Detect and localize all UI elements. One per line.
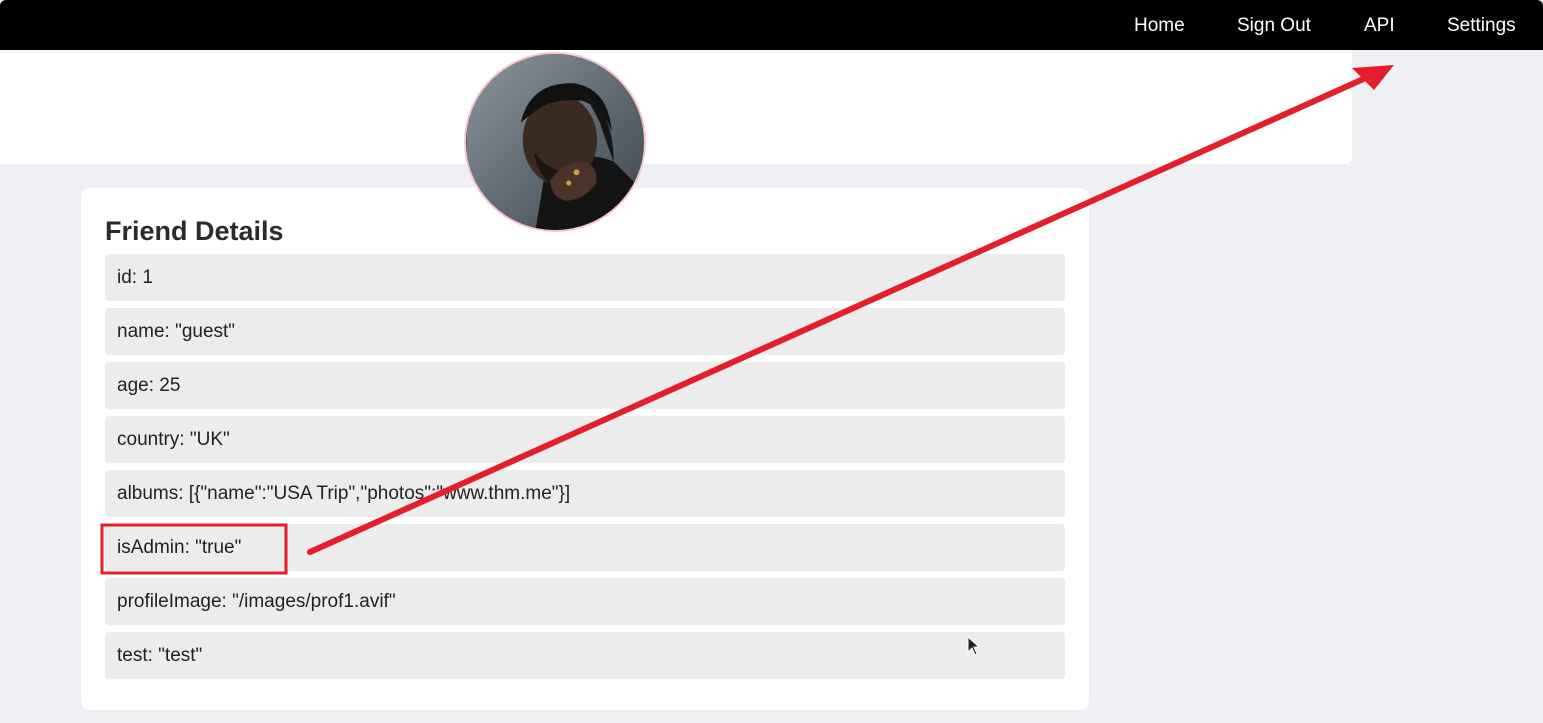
detail-row-is-admin: isAdmin: "true"	[105, 524, 1065, 571]
nav-sign-out-link[interactable]: Sign Out	[1237, 14, 1311, 38]
friend-details-card: Friend Details id: 1 name: "guest" age: …	[81, 188, 1089, 710]
detail-row-age: age: 25	[105, 362, 1065, 409]
top-navigation-bar: Home Sign Out API Settings	[0, 0, 1543, 50]
detail-row-id: id: 1	[105, 254, 1065, 301]
detail-row-profile-image: profileImage: "/images/prof1.avif"	[105, 578, 1065, 625]
friend-details-title: Friend Details	[105, 216, 284, 246]
nav-settings-link[interactable]: Settings	[1447, 14, 1516, 38]
profile-header-panel	[0, 50, 1352, 164]
profile-photo-icon	[467, 54, 643, 230]
detail-row-country: country: "UK"	[105, 416, 1065, 463]
detail-row-name: name: "guest"	[105, 308, 1065, 355]
annotation-arrow-head-icon	[1352, 65, 1394, 90]
detail-row-test: test: "test"	[105, 632, 1065, 679]
profile-avatar	[464, 52, 646, 232]
nav-home-link[interactable]: Home	[1134, 14, 1185, 38]
nav-api-link[interactable]: API	[1364, 14, 1395, 38]
detail-row-albums: albums: [{"name":"USA Trip","photos":"ww…	[105, 470, 1065, 517]
